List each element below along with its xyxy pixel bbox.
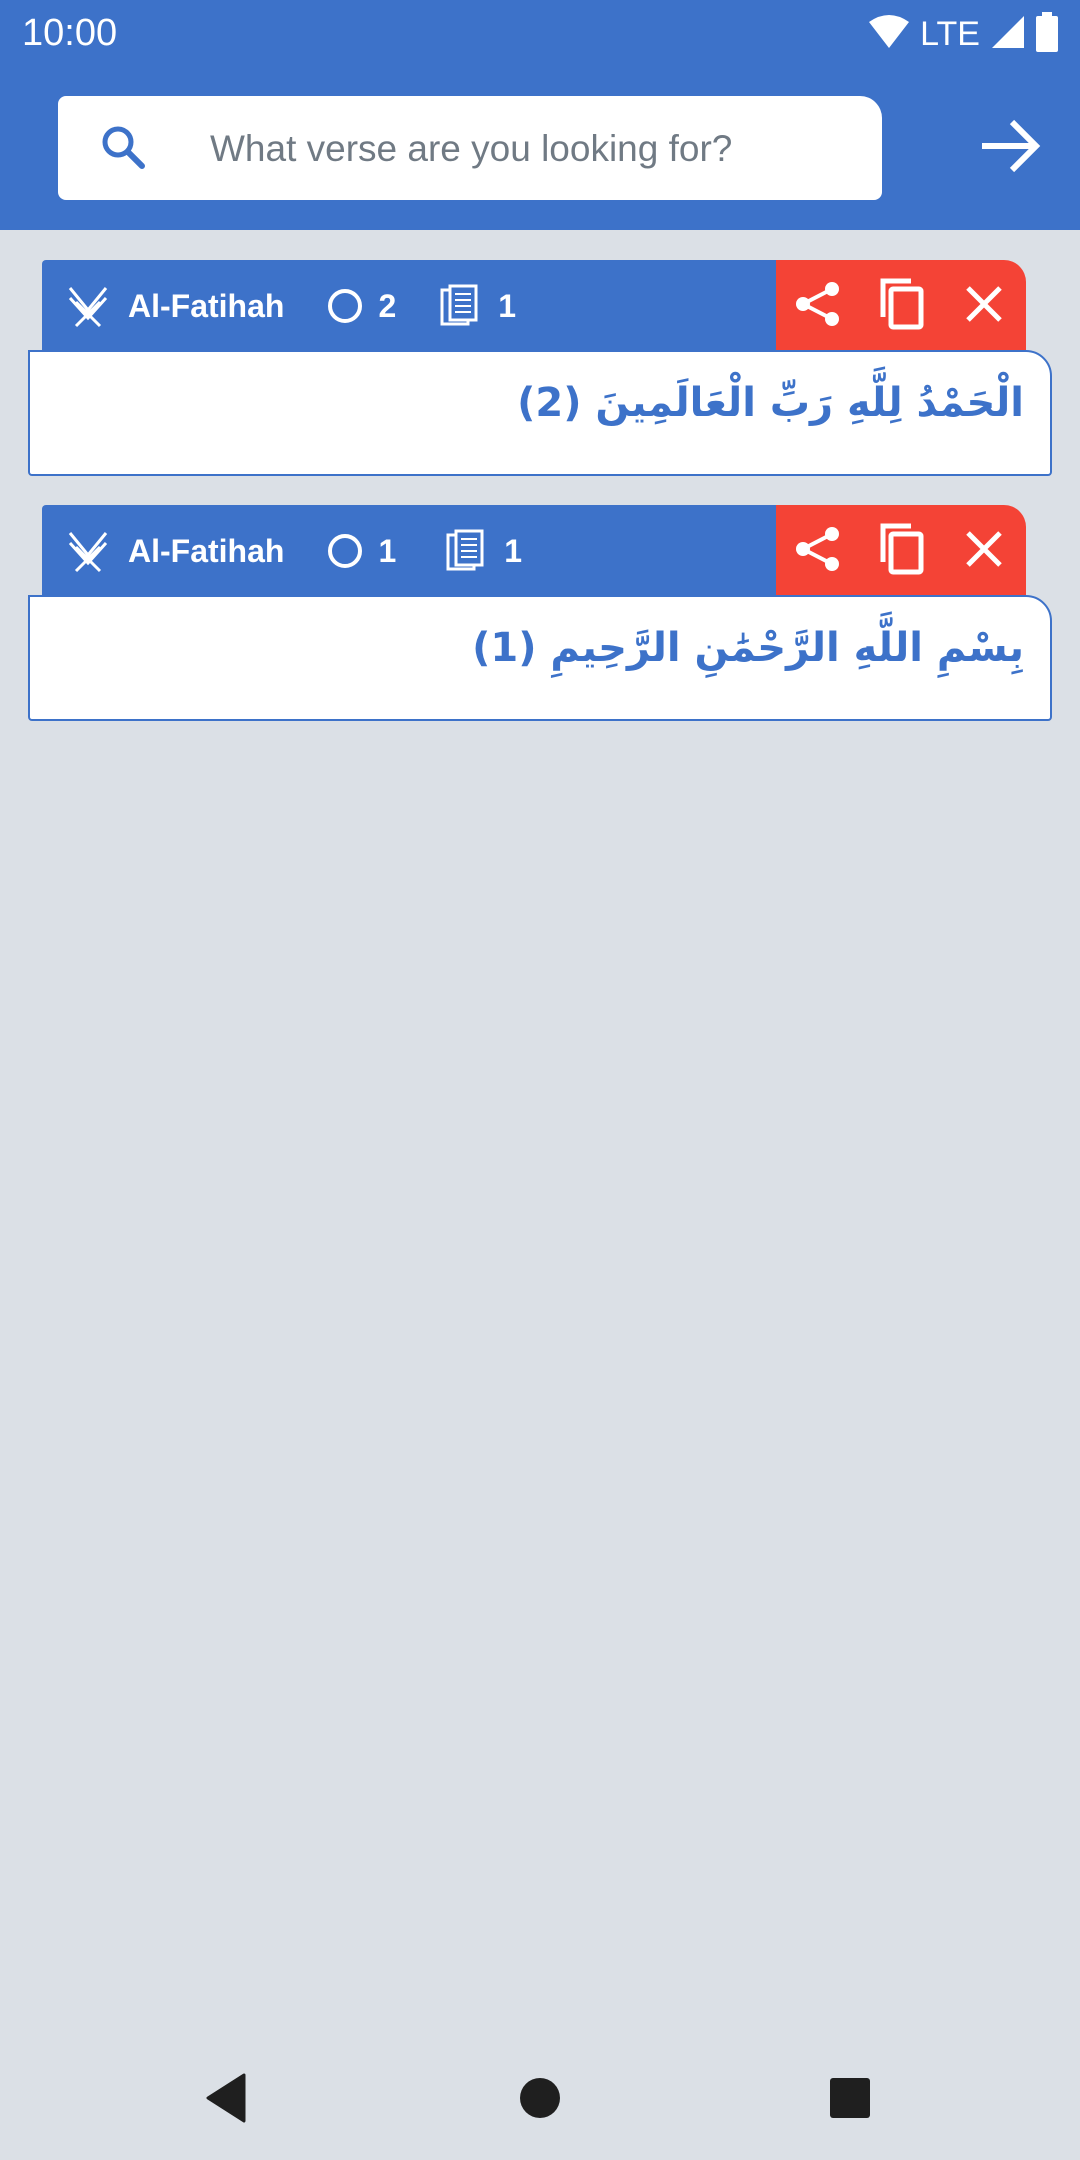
status-time: 10:00 [22,12,118,54]
wifi-icon [868,14,910,54]
close-icon [964,284,1004,328]
verse-text: الْحَمْدُ لِلَّهِ رَبِّ الْعَالَمِينَ (2… [517,380,1024,426]
verse-card[interactable]: Al-Fatihah 1 1 بِسْمِ اللَّهِ الرَّحْمَٰ… [28,505,1052,721]
page-icon [440,284,480,328]
home-icon [518,2076,562,2124]
ayah-number: 1 [378,532,397,569]
back-button[interactable] [184,2058,268,2142]
surah-name: Al-Fatihah [128,532,285,569]
share-button[interactable] [783,271,853,341]
close-icon [964,529,1004,573]
status-icons: LTE [868,12,1058,56]
recents-icon [828,2076,872,2124]
quran-icon [66,529,110,573]
home-button[interactable] [498,2058,582,2142]
recents-button[interactable] [808,2058,892,2142]
search-input[interactable] [208,118,852,180]
share-button[interactable] [783,516,853,586]
verse-card-info: Al-Fatihah 2 1 [42,260,516,352]
close-button[interactable] [949,516,1019,586]
close-button[interactable] [949,271,1019,341]
signal-icon [990,14,1026,54]
search-icon [98,122,150,174]
system-nav-bar [0,2040,1080,2160]
app-bar: 10:00 LTE [0,0,1080,230]
arrow-right-icon [978,116,1042,180]
verse-card-header: Al-Fatihah 1 1 [42,505,1050,597]
network-type: LTE [920,14,980,53]
submit-search-button[interactable] [970,112,1050,184]
verse-card-info: Al-Fatihah 1 1 [42,505,522,597]
ayah-icon [326,287,364,325]
page-icon [446,529,486,573]
copy-button[interactable] [866,516,936,586]
quran-icon [66,284,110,328]
share-icon [794,280,842,332]
verse-card[interactable]: Al-Fatihah 2 1 الْحَمْدُ لِلَّهِ رَبِّ ا… [28,260,1052,476]
battery-icon [1036,12,1058,56]
search-box[interactable] [58,96,882,200]
copy-icon [877,522,925,580]
ayah-number: 2 [378,287,397,324]
verse-card-actions [776,260,1026,352]
back-icon [204,2073,248,2127]
verse-card-body: بِسْمِ اللَّهِ الرَّحْمَٰنِ الرَّحِيمِ (… [28,595,1052,721]
verse-text: بِسْمِ اللَّهِ الرَّحْمَٰنِ الرَّحِيمِ (… [472,625,1024,671]
share-icon [794,525,842,577]
verse-card-body: الْحَمْدُ لِلَّهِ رَبِّ الْعَالَمِينَ (2… [28,350,1052,476]
copy-icon [877,277,925,335]
verse-card-actions [776,505,1026,597]
surah-name: Al-Fatihah [128,287,285,324]
page-number: 1 [504,532,523,569]
verse-card-header: Al-Fatihah 2 1 [42,260,1050,352]
page-number: 1 [498,287,517,324]
status-bar: 10:00 LTE [0,0,1080,66]
copy-button[interactable] [866,271,936,341]
ayah-icon [326,532,364,570]
